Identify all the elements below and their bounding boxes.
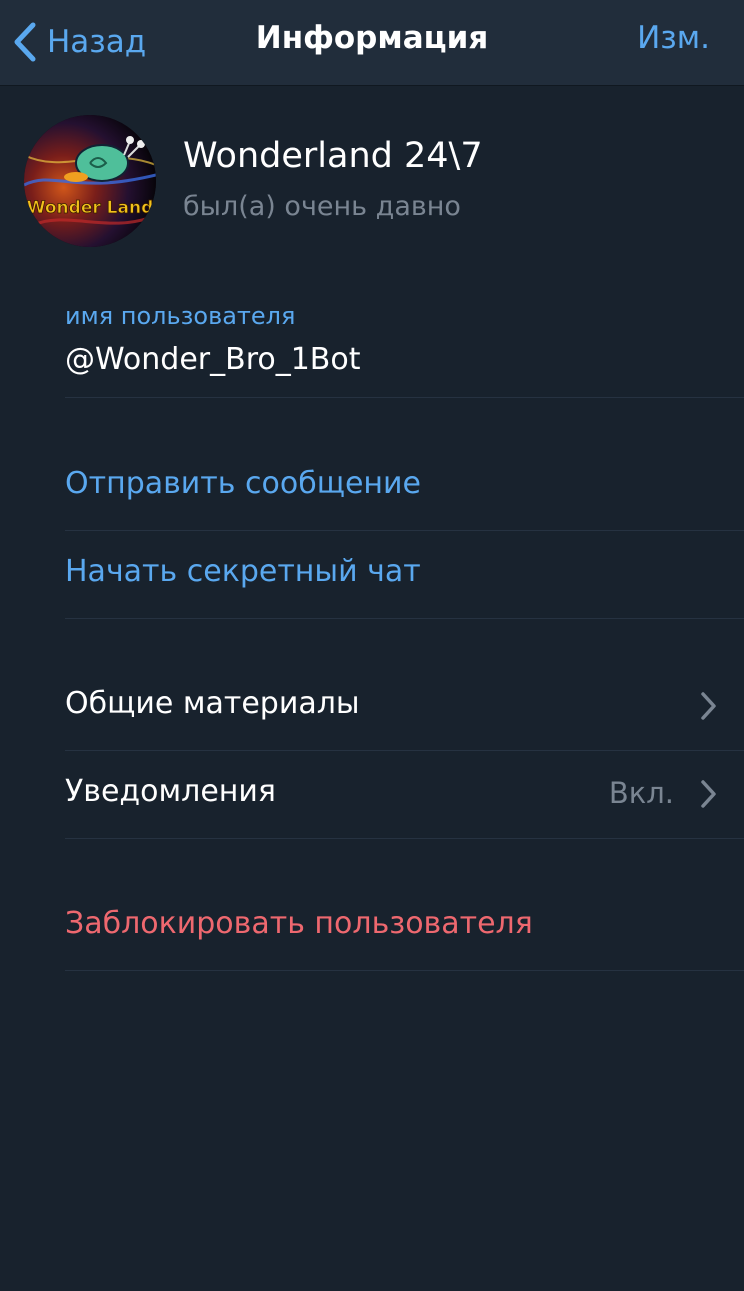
chevron-right-icon: [698, 691, 718, 721]
chevron-right-icon: [698, 779, 718, 809]
block-user-button[interactable]: Заблокировать пользователя: [65, 882, 744, 971]
block-user-label: Заблокировать пользователя: [65, 906, 533, 941]
shared-media-row[interactable]: Общие материалы: [65, 662, 744, 751]
avatar[interactable]: Wonder Land: [24, 115, 156, 247]
username-section[interactable]: имя пользователя @Wonder_Bro_1Bot: [65, 300, 744, 398]
profile-header: Wonder Land Wonderland 24\7 был(а) очень…: [0, 86, 744, 276]
back-button[interactable]: Назад: [8, 18, 146, 66]
chevron-left-icon: [8, 18, 42, 66]
navigation-bar: Назад Информация Изм.: [0, 0, 744, 86]
username-value: @Wonder_Bro_1Bot: [65, 342, 361, 377]
notifications-row[interactable]: Уведомления Вкл.: [65, 750, 744, 839]
username-label: имя пользователя: [65, 302, 296, 330]
svg-text:Wonder Land: Wonder Land: [27, 198, 154, 218]
edit-button[interactable]: Изм.: [637, 20, 710, 56]
profile-name: Wonderland 24\7: [183, 136, 483, 176]
start-secret-chat-label: Начать секретный чат: [65, 554, 421, 589]
send-message-label: Отправить сообщение: [65, 466, 421, 501]
start-secret-chat-button[interactable]: Начать секретный чат: [65, 530, 744, 619]
last-seen-status: был(а) очень давно: [183, 191, 461, 222]
notifications-value: Вкл.: [608, 776, 674, 810]
shared-media-label: Общие материалы: [65, 686, 360, 721]
back-label: Назад: [47, 24, 147, 60]
send-message-button[interactable]: Отправить сообщение: [65, 442, 744, 531]
avatar-logo-image: Wonder Land: [24, 115, 156, 247]
notifications-label: Уведомления: [65, 774, 276, 809]
